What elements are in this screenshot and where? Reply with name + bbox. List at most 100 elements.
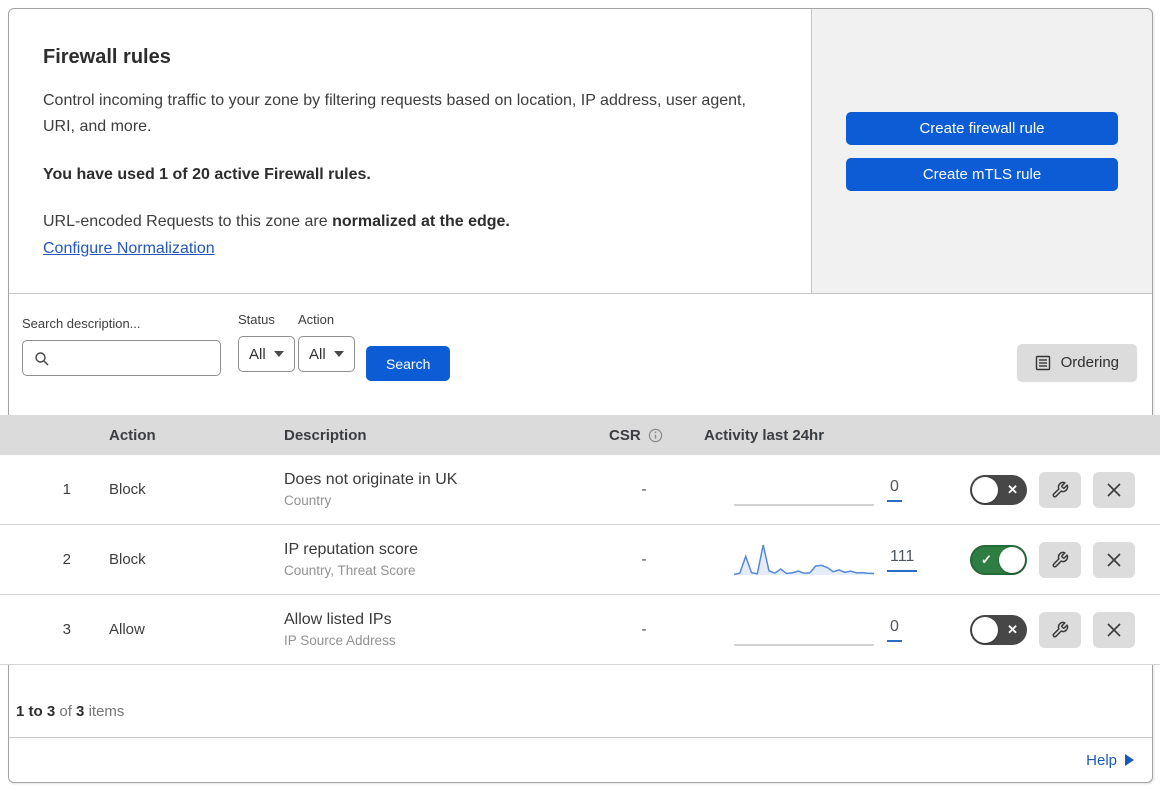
normalization-note-text: URL-encoded Requests to this zone are <box>43 212 333 230</box>
content-card: Firewall rules Control incoming traffic … <box>0 8 1160 783</box>
pagination-items: items <box>88 703 125 720</box>
rule-action: Block <box>109 551 146 568</box>
arrow-right-icon <box>1125 754 1134 766</box>
search-label: Search description... <box>22 316 141 331</box>
search-group: Search description... <box>22 316 221 376</box>
rule-fields: IP Source Address <box>284 633 396 648</box>
rule-priority: 1 <box>62 481 71 498</box>
activity-sparkline <box>734 610 874 650</box>
rule-priority: 3 <box>62 621 71 638</box>
header-description: Description <box>284 426 367 444</box>
rule-description: IP reputation score <box>284 541 419 558</box>
rule-fields: Country, Threat Score <box>284 563 416 578</box>
rule-activity-cell: 0 <box>699 470 919 510</box>
close-icon <box>1107 482 1121 497</box>
actions-pane: Create firewall rule Create mTLS rule <box>812 9 1152 293</box>
rule-description-cell: IP reputation score Country, Threat Scor… <box>259 541 589 578</box>
cross-icon: ✕ <box>1007 621 1018 637</box>
firewall-rules-page: Firewall rules Control incoming traffic … <box>0 0 1161 791</box>
rule-enable-toggle[interactable]: ✓ ✕ <box>970 614 1027 645</box>
check-icon: ✓ <box>981 551 992 567</box>
delete-rule-button[interactable] <box>1093 471 1135 508</box>
rules-table: Action Description CSR Activity last 24h… <box>0 415 1160 665</box>
normalization-note: URL-encoded Requests to this zone are no… <box>43 213 777 231</box>
filter-bar: Search description... Status All Action … <box>9 294 1152 415</box>
toggle-knob <box>972 476 998 503</box>
page-title: Firewall rules <box>43 46 171 68</box>
action-dropdown[interactable]: All <box>298 336 355 372</box>
help-bar: Help <box>9 737 1152 782</box>
info-icon[interactable] <box>648 428 663 443</box>
wrench-icon <box>1052 621 1069 637</box>
rule-csr: - <box>641 481 647 498</box>
ordering-button-label: Ordering <box>1060 354 1119 371</box>
rule-controls: ✓ ✕ <box>919 611 1160 648</box>
rule-description: Allow listed IPs <box>284 611 392 628</box>
help-link-label: Help <box>1086 751 1117 769</box>
table-row: 3 Allow Allow listed IPs IP Source Addre… <box>0 595 1160 665</box>
rule-csr: - <box>641 551 647 568</box>
status-label: Status <box>238 312 275 327</box>
wrench-icon <box>1052 481 1069 497</box>
configure-normalization-link[interactable]: Configure Normalization <box>43 240 215 258</box>
header-action: Action <box>109 426 156 444</box>
activity-count-link[interactable]: 0 <box>887 618 902 642</box>
header-csr: CSR <box>589 427 699 444</box>
chevron-down-icon <box>273 351 284 357</box>
activity-sparkline <box>734 470 874 510</box>
ordering-button[interactable]: Ordering <box>1016 344 1137 381</box>
usage-summary: You have used 1 of 20 active Firewall ru… <box>43 165 371 183</box>
edit-rule-button[interactable] <box>1039 611 1081 648</box>
header-text-pane: Firewall rules Control incoming traffic … <box>9 9 812 293</box>
action-filter-group: Action All <box>298 312 355 372</box>
cross-icon: ✕ <box>1007 481 1018 497</box>
action-label: Action <box>298 312 335 327</box>
wrench-icon <box>1052 551 1069 567</box>
toggle-knob <box>999 546 1025 573</box>
status-dropdown-value: All <box>249 345 266 363</box>
edit-rule-button[interactable] <box>1039 541 1081 578</box>
table-row: 2 Block IP reputation score Country, Thr… <box>0 525 1160 595</box>
activity-count-link[interactable]: 0 <box>887 478 902 502</box>
list-icon <box>1035 355 1050 370</box>
rule-description-cell: Allow listed IPs IP Source Address <box>259 611 589 648</box>
normalization-note-bold: normalized at the edge. <box>332 212 510 230</box>
search-button[interactable]: Search <box>366 346 451 381</box>
activity-sparkline <box>733 540 875 580</box>
pagination-total: 3 <box>76 703 85 720</box>
edit-rule-button[interactable] <box>1039 471 1081 508</box>
chevron-down-icon <box>333 351 344 357</box>
create-mtls-rule-button[interactable]: Create mTLS rule <box>846 157 1118 191</box>
status-filter-group: Status All <box>238 312 295 372</box>
help-link[interactable]: Help <box>1086 752 1134 769</box>
create-firewall-rule-button[interactable]: Create firewall rule <box>846 111 1118 145</box>
header-csr-label: CSR <box>609 426 641 444</box>
close-icon <box>1107 622 1121 637</box>
delete-rule-button[interactable] <box>1093 541 1135 578</box>
close-icon <box>1107 552 1121 567</box>
rule-priority: 2 <box>62 551 71 568</box>
delete-rule-button[interactable] <box>1093 611 1135 648</box>
rule-fields: Country <box>284 493 332 508</box>
search-input[interactable] <box>23 341 220 375</box>
search-box <box>22 340 221 376</box>
activity-count-link[interactable]: 111 <box>887 548 918 572</box>
rule-activity-cell: 111 <box>699 540 919 580</box>
rule-action: Allow <box>109 621 145 638</box>
action-dropdown-value: All <box>309 345 326 363</box>
status-dropdown[interactable]: All <box>238 336 295 372</box>
rule-controls: ✓ ✕ <box>919 541 1160 578</box>
rule-activity-cell: 0 <box>699 610 919 650</box>
pagination-summary: 1 to 3 of 3 items <box>9 665 1152 737</box>
rule-description: Does not originate in UK <box>284 471 458 488</box>
rule-description-cell: Does not originate in UK Country <box>259 471 589 508</box>
rule-csr: - <box>641 621 647 638</box>
page-description: Control incoming traffic to your zone by… <box>43 92 746 135</box>
pagination-of: of <box>59 703 72 720</box>
table-row: 1 Block Does not originate in UK Country… <box>0 455 1160 525</box>
rule-action: Block <box>109 481 146 498</box>
rule-enable-toggle[interactable]: ✓ ✕ <box>970 544 1027 575</box>
table-header-row: Action Description CSR Activity last 24h… <box>0 415 1160 455</box>
rule-enable-toggle[interactable]: ✓ ✕ <box>970 474 1027 505</box>
rule-controls: ✓ ✕ <box>919 471 1160 508</box>
